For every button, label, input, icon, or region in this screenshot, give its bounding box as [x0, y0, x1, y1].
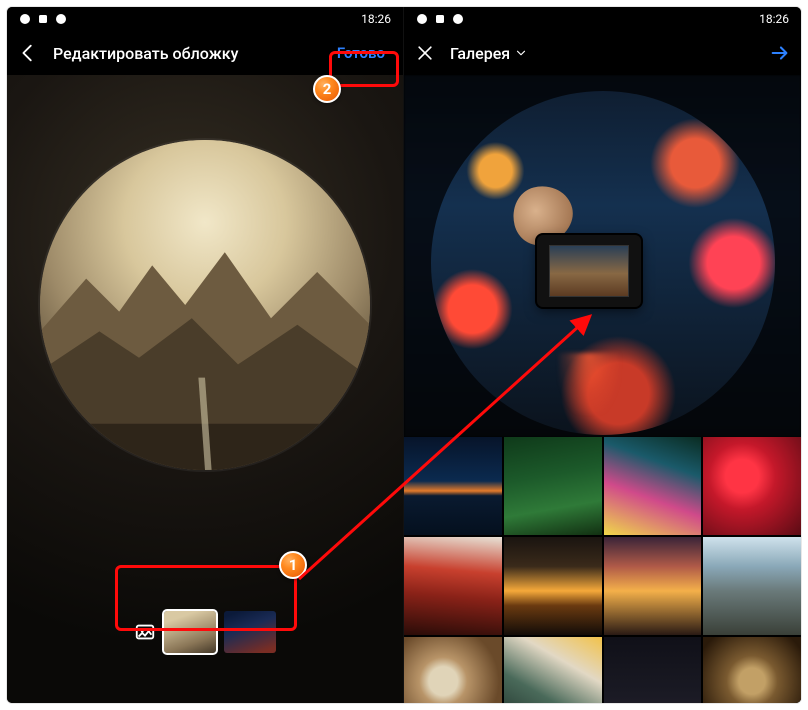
preview-crop-circle[interactable] [431, 91, 775, 435]
gallery-item[interactable] [504, 637, 602, 703]
gallery-source-dropdown[interactable]: Галерея [450, 44, 755, 63]
cover-thumbnail-strip [124, 605, 286, 659]
done-button[interactable]: Готово [329, 40, 393, 66]
viber-icon-2 [452, 13, 464, 25]
gallery-item[interactable] [404, 537, 502, 635]
gallery-item[interactable] [703, 537, 801, 635]
annotation-badge-1: 1 [279, 551, 307, 579]
cover-crop-circle[interactable] [40, 140, 370, 470]
viber-icon [19, 13, 31, 25]
status-time: 18:26 [759, 12, 789, 26]
phone-right-gallery: 18:26 Галерея [404, 7, 801, 703]
confirm-button[interactable] [769, 42, 791, 64]
arrow-right-icon [769, 41, 791, 65]
status-icons-left [416, 13, 464, 25]
gallery-item[interactable] [504, 537, 602, 635]
viber-icon [416, 13, 428, 25]
chevron-down-icon [514, 46, 528, 60]
status-time: 18:26 [361, 12, 391, 26]
gallery-item[interactable] [404, 637, 502, 703]
cover-thumb-2[interactable] [224, 611, 276, 653]
image-icon [134, 621, 156, 643]
annotation-badge-2: 2 [313, 75, 341, 103]
gallery-item[interactable] [703, 637, 801, 703]
app-icon [37, 13, 49, 25]
viber-icon-2 [55, 13, 67, 25]
app-bar-right: Галерея [404, 31, 801, 75]
gallery-item[interactable] [404, 437, 502, 535]
phone-left-edit-cover: 18:26 Редактировать обложку Готово [7, 7, 404, 703]
cover-image-mountains [40, 140, 370, 470]
gallery-item[interactable] [604, 437, 702, 535]
gallery-item[interactable] [703, 437, 801, 535]
app-bar-left: Редактировать обложку Готово [7, 31, 403, 75]
page-title: Редактировать обложку [53, 44, 315, 63]
gallery-item[interactable] [604, 537, 702, 635]
cover-edit-area[interactable] [7, 75, 403, 703]
camera-illustration [519, 200, 659, 320]
gallery-area [404, 75, 801, 703]
arrow-left-icon [17, 42, 39, 64]
back-button[interactable] [17, 42, 39, 64]
gallery-title: Галерея [450, 44, 510, 63]
cover-thumb-1[interactable] [164, 611, 216, 653]
app-icon [434, 13, 446, 25]
gallery-item[interactable] [604, 637, 702, 703]
status-bar: 18:26 [7, 7, 403, 31]
gallery-item[interactable] [504, 437, 602, 535]
open-gallery-button[interactable] [134, 621, 156, 643]
status-icons-left [19, 13, 67, 25]
close-button[interactable] [414, 42, 436, 64]
gallery-preview[interactable] [404, 75, 801, 437]
close-icon [415, 43, 435, 63]
gallery-grid [404, 437, 801, 703]
status-bar: 18:26 [404, 7, 801, 31]
